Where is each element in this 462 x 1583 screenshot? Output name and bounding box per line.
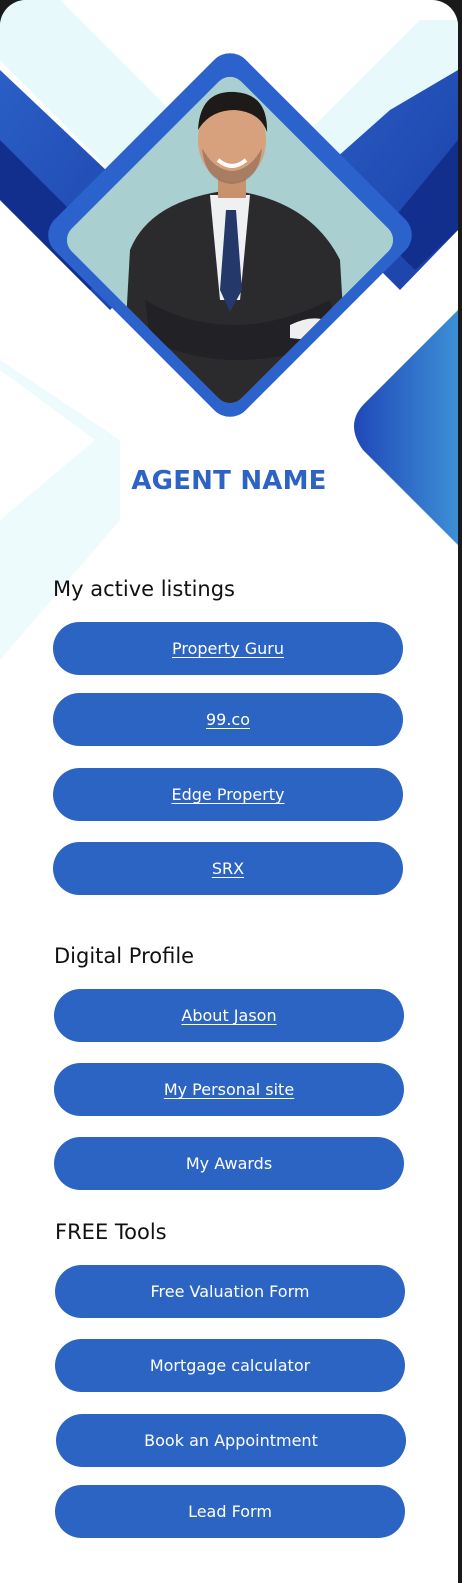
button-edge-property[interactable]: Edge Property (53, 768, 403, 821)
button-property-guru[interactable]: Property Guru (53, 622, 403, 675)
section-title-tools: FREE Tools (55, 1220, 167, 1244)
profile-card: AGENT NAME My active listings Property G… (0, 0, 458, 1583)
button-awards[interactable]: My Awards (54, 1137, 404, 1190)
button-label: Lead Form (188, 1502, 272, 1521)
button-label: SRX (211, 859, 245, 878)
agent-name: AGENT NAME (131, 466, 327, 496)
button-mortgage-calculator[interactable]: Mortgage calculator (55, 1339, 405, 1392)
button-label: About Jason (181, 1006, 277, 1025)
button-about[interactable]: About Jason (54, 989, 404, 1042)
section-title-profile: Digital Profile (54, 944, 195, 968)
button-srx[interactable]: SRX (53, 842, 403, 895)
button-label: My Personal site (163, 1080, 295, 1099)
button-99co[interactable]: 99.co (53, 693, 403, 746)
button-label: Free Valuation Form (150, 1282, 310, 1301)
button-label: My Awards (185, 1154, 273, 1173)
agent-photo (60, 70, 400, 410)
button-label: 99.co (205, 710, 251, 729)
button-label: Mortgage calculator (149, 1356, 311, 1375)
section-title-listings: My active listings (53, 577, 235, 601)
button-book-appointment[interactable]: Book an Appointment (56, 1414, 406, 1467)
button-label: Property Guru (171, 639, 285, 658)
button-label: Book an Appointment (144, 1431, 318, 1450)
button-lead-form[interactable]: Lead Form (55, 1485, 405, 1538)
button-personal-site[interactable]: My Personal site (54, 1063, 404, 1116)
button-label: Edge Property (171, 785, 285, 804)
button-valuation-form[interactable]: Free Valuation Form (55, 1265, 405, 1318)
